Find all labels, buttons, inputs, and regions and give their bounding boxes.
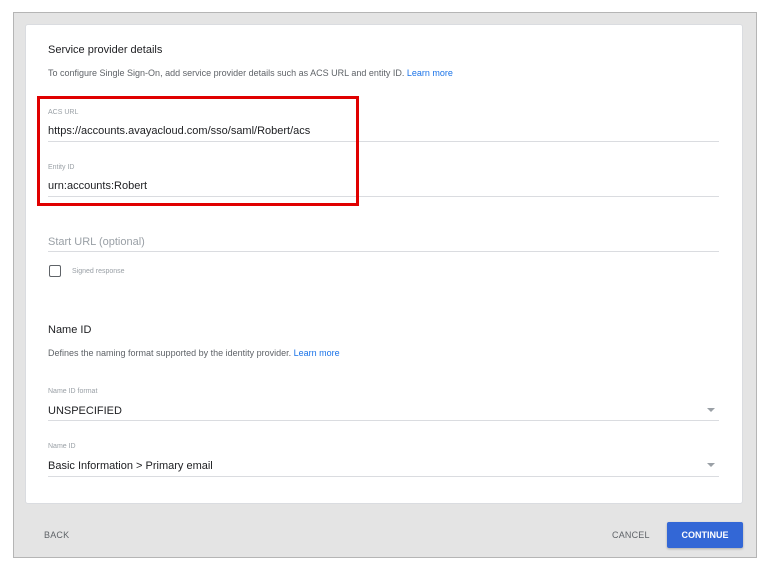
- name-id-format-underline: [48, 420, 719, 421]
- section-description-service-provider: To configure Single Sign-On, add service…: [48, 68, 453, 78]
- name-id-underline: [48, 476, 719, 477]
- name-id-label: Name ID: [48, 443, 76, 450]
- section-title-service-provider: Service provider details: [48, 44, 163, 56]
- section-description-name-id: Defines the naming format supported by t…: [48, 348, 340, 358]
- chevron-down-icon[interactable]: [707, 408, 715, 412]
- name-id-format-label: Name ID format: [48, 388, 98, 395]
- service-provider-description-text: To configure Single Sign-On, add service…: [48, 68, 405, 78]
- back-button[interactable]: BACK: [44, 530, 69, 540]
- cancel-button[interactable]: CANCEL: [612, 530, 650, 540]
- chevron-down-icon[interactable]: [707, 463, 715, 467]
- signed-response-checkbox[interactable]: [49, 265, 61, 277]
- learn-more-link-name-id[interactable]: Learn more: [294, 348, 340, 358]
- continue-button[interactable]: CONTINUE: [667, 522, 743, 548]
- name-id-format-select[interactable]: UNSPECIFIED: [48, 405, 122, 417]
- start-url-field[interactable]: Start URL (optional): [48, 236, 145, 248]
- name-id-select[interactable]: Basic Information > Primary email: [48, 460, 213, 472]
- section-title-name-id: Name ID: [48, 324, 92, 336]
- start-url-underline: [48, 251, 719, 252]
- signed-response-label: Signed response: [72, 268, 125, 275]
- learn-more-link-service-provider[interactable]: Learn more: [407, 68, 453, 78]
- highlight-box: [37, 96, 359, 206]
- name-id-description-text: Defines the naming format supported by t…: [48, 348, 292, 358]
